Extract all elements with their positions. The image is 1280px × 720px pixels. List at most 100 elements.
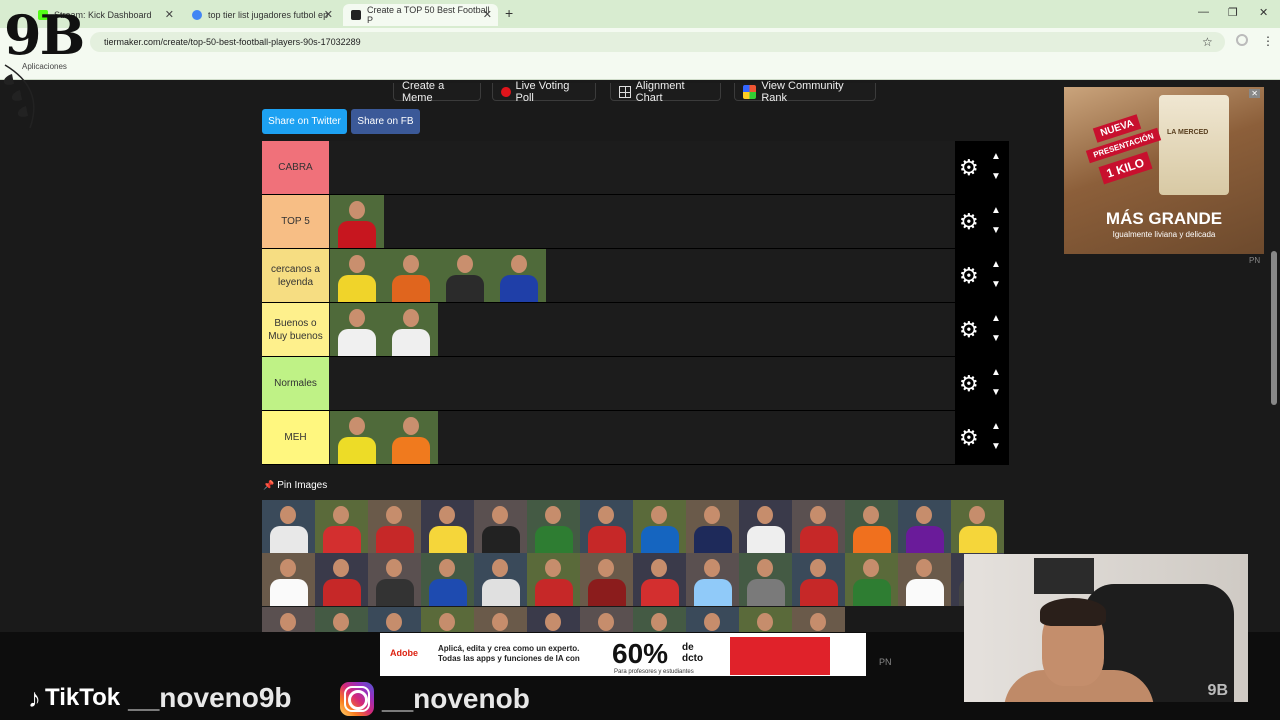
wall-poster <box>1034 558 1094 594</box>
tab-tiermaker[interactable]: Create a TOP 50 Best Football P ✕ <box>343 4 498 26</box>
pool-player-image[interactable] <box>580 500 633 553</box>
pool-player-image[interactable] <box>792 500 845 553</box>
close-tab-icon[interactable]: ✕ <box>324 8 333 21</box>
url-field[interactable]: tiermaker.com/create/top-50-best-footbal… <box>90 32 1225 52</box>
tier-label[interactable]: cercanos a leyenda <box>262 249 329 302</box>
chevron-down-icon[interactable]: ▼ <box>991 441 1001 452</box>
tier-label[interactable]: Buenos o Muy buenos <box>262 303 329 356</box>
settings-gear-icon[interactable]: ⚙ <box>959 373 979 395</box>
share-twitter-button[interactable]: Share on Twitter <box>262 109 347 134</box>
share-twitter-label: Share on Twitter <box>268 116 341 127</box>
community-rank-button[interactable]: View Community Rank <box>734 79 876 104</box>
pin-icon: 📌 <box>263 480 275 490</box>
chevron-down-icon[interactable]: ▼ <box>991 279 1001 290</box>
pool-player-image[interactable] <box>262 500 315 553</box>
tab-google[interactable]: top tier list jugadores futbol ep ✕ <box>184 4 339 26</box>
pool-player-image[interactable] <box>421 500 474 553</box>
pool-player-image[interactable] <box>739 500 792 553</box>
ad-close-icon[interactable]: ✕ <box>1249 89 1260 98</box>
chevron-down-icon[interactable]: ▼ <box>991 225 1001 236</box>
tier-controls: ⚙ ▲ ▼ <box>955 249 1009 302</box>
bookmark-star-icon[interactable]: ☆ <box>1202 35 1213 49</box>
settings-gear-icon[interactable]: ⚙ <box>959 319 979 341</box>
close-tab-icon[interactable]: ✕ <box>165 8 174 21</box>
pool-player-image[interactable] <box>898 553 951 607</box>
pool-player-image[interactable] <box>315 500 368 553</box>
pool-player-image[interactable] <box>633 500 686 553</box>
pool-player-image[interactable] <box>474 553 527 607</box>
settings-gear-icon[interactable]: ⚙ <box>959 211 979 233</box>
pool-player-image[interactable] <box>421 553 474 607</box>
menu-kebab-icon[interactable]: ⋮ <box>1262 34 1274 48</box>
player-image[interactable] <box>384 411 438 464</box>
community-rank-label: View Community Rank <box>761 79 844 104</box>
pool-player-image[interactable] <box>315 553 368 607</box>
pool-player-image[interactable] <box>474 500 527 553</box>
player-image[interactable] <box>384 249 438 302</box>
pool-player-image[interactable] <box>527 500 580 553</box>
tier-row: CABRA ⚙ ▲ ▼ <box>262 141 1009 195</box>
pool-player-image[interactable] <box>739 553 792 607</box>
player-image[interactable] <box>438 249 492 302</box>
player-image[interactable] <box>330 303 384 356</box>
profile-icon[interactable] <box>1236 34 1248 46</box>
pool-player-image[interactable] <box>580 553 633 607</box>
pool-player-image[interactable] <box>686 553 739 607</box>
adobe-brand: Adobe <box>390 648 418 658</box>
player-image[interactable] <box>330 411 384 464</box>
tier-items <box>330 411 438 464</box>
settings-gear-icon[interactable]: ⚙ <box>959 265 979 287</box>
scrollbar-thumb[interactable] <box>1271 251 1277 405</box>
chevron-up-icon[interactable]: ▲ <box>991 421 1001 432</box>
pin-images-toggle[interactable]: 📌 Pin Images <box>263 480 327 491</box>
chevron-down-icon[interactable]: ▼ <box>991 171 1001 182</box>
tier-label[interactable]: MEH <box>262 411 329 464</box>
share-facebook-button[interactable]: Share on FB <box>351 109 420 134</box>
chevron-down-icon[interactable]: ▼ <box>991 387 1001 398</box>
ad-bottom-line2: Todas las apps y funciones de IA con <box>438 654 580 663</box>
pool-player-image[interactable] <box>845 500 898 553</box>
tier-label[interactable]: CABRA <box>262 141 329 194</box>
ad-headline: MÁS GRANDE <box>1105 209 1223 228</box>
ad-banner-right[interactable]: LA MERCED NUEVA PRESENTACIÓN 1 KILO MÁS … <box>1064 87 1264 254</box>
grid-icon <box>619 85 631 98</box>
player-image[interactable] <box>384 303 438 356</box>
create-meme-button[interactable]: Create a Meme <box>393 79 481 104</box>
pool-player-image[interactable] <box>527 553 580 607</box>
ad-banner-bottom[interactable]: Adobe Aplicá, edita y crea como un exper… <box>380 633 866 676</box>
chevron-up-icon[interactable]: ▲ <box>991 313 1001 324</box>
new-tab-button[interactable]: + <box>505 5 513 21</box>
pool-player-image[interactable] <box>262 553 315 607</box>
cam-watermark: 9B <box>1207 682 1228 699</box>
bookmarks-bar: Aplicaciones <box>0 56 1280 80</box>
chevron-up-icon[interactable]: ▲ <box>991 367 1001 378</box>
pool-player-image[interactable] <box>792 553 845 607</box>
minimize-button[interactable]: — <box>1198 6 1209 18</box>
player-image[interactable] <box>330 249 384 302</box>
pool-player-image[interactable] <box>686 500 739 553</box>
settings-gear-icon[interactable]: ⚙ <box>959 157 979 179</box>
close-tab-icon[interactable]: ✕ <box>483 8 492 21</box>
player-image[interactable] <box>330 195 384 248</box>
pool-player-image[interactable] <box>898 500 951 553</box>
live-voting-button[interactable]: Live Voting Poll <box>492 80 596 104</box>
chevron-up-icon[interactable]: ▲ <box>991 205 1001 216</box>
pool-player-image[interactable] <box>845 553 898 607</box>
tier-label[interactable]: Normales <box>262 357 329 410</box>
create-meme-label: Create a Meme <box>402 79 445 104</box>
chevron-up-icon[interactable]: ▲ <box>991 151 1001 162</box>
pool-player-image[interactable] <box>633 553 686 607</box>
chevron-down-icon[interactable]: ▼ <box>991 333 1001 344</box>
chevron-up-icon[interactable]: ▲ <box>991 259 1001 270</box>
pool-player-image[interactable] <box>368 553 421 607</box>
close-window-button[interactable]: ✕ <box>1259 6 1268 19</box>
tier-controls: ⚙ ▲ ▼ <box>955 357 1009 410</box>
tier-items <box>330 303 438 356</box>
settings-gear-icon[interactable]: ⚙ <box>959 427 979 449</box>
restore-button[interactable]: ❐ <box>1228 6 1238 19</box>
alignment-chart-button[interactable]: Alignment Chart <box>610 80 721 104</box>
pool-player-image[interactable] <box>951 500 1004 553</box>
player-image[interactable] <box>492 249 546 302</box>
tier-label[interactable]: TOP 5 <box>262 195 329 248</box>
pool-player-image[interactable] <box>368 500 421 553</box>
